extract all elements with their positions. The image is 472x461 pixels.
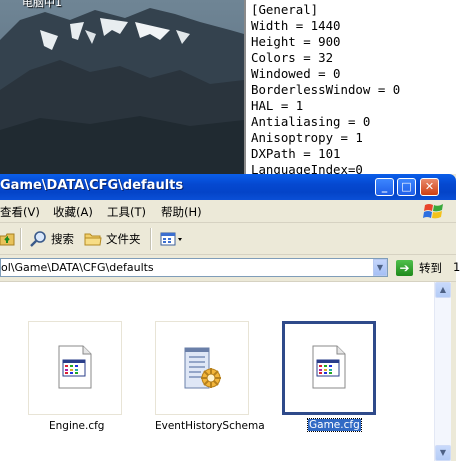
- notepad-line: Windowed = 0: [251, 66, 341, 81]
- file-name[interactable]: Engine.cfg: [49, 420, 104, 432]
- desktop-label: 电脑中1: [22, 0, 62, 9]
- windows-logo-icon: [423, 204, 443, 219]
- notepad-line: Colors = 32: [251, 50, 334, 65]
- minimize-button[interactable]: _: [375, 178, 394, 196]
- up-folder-icon: [0, 233, 15, 246]
- address-overflow-text: 1: [453, 260, 461, 274]
- menu-help[interactable]: 帮助(H): [161, 204, 202, 220]
- toolbar-separator: [20, 228, 22, 250]
- maximize-button[interactable]: □: [397, 178, 416, 196]
- toolbar-separator: [150, 228, 152, 250]
- chevron-down-icon: ▼: [439, 448, 447, 457]
- address-dropdown-button[interactable]: ▼: [373, 259, 387, 276]
- notepad-config-icon: [184, 347, 221, 389]
- go-label: 转到: [419, 261, 442, 275]
- menu-favorites[interactable]: 收藏(A): [53, 204, 93, 220]
- menu-view[interactable]: 查看(V): [0, 204, 40, 220]
- maximize-icon: □: [401, 180, 412, 193]
- scroll-up-button[interactable]: ▲: [435, 282, 451, 298]
- notepad-line: HAL = 1: [251, 98, 304, 113]
- toolbar: 搜索 文件夹: [0, 223, 456, 255]
- notepad-window: [General] Width = 1440 Height = 900 Colo…: [244, 0, 472, 174]
- go-button[interactable]: ➔ 转到: [396, 259, 442, 277]
- search-label: 搜索: [51, 232, 74, 246]
- chevron-up-icon: ▲: [439, 285, 447, 294]
- window-title: Game\DATA\CFG\defaults: [0, 178, 184, 193]
- views-icon: [160, 232, 182, 246]
- close-button[interactable]: ✕: [420, 178, 439, 196]
- address-input[interactable]: ol\Game\DATA\CFG\defaults: [0, 258, 388, 277]
- notepad-line: BorderlessWindow = 0: [251, 82, 401, 97]
- window-edge: [456, 174, 472, 461]
- mountain-image: [0, 0, 244, 174]
- folders-button[interactable]: 文件夹: [84, 229, 141, 249]
- desktop-wallpaper: 电脑中1: [0, 0, 244, 174]
- close-icon: ✕: [424, 180, 435, 193]
- file-view: Engine.cfg EventHistorySchema Game.cfg: [0, 282, 434, 461]
- notepad-line: Antialiasing = 0: [251, 114, 371, 129]
- file-thumbnail-selected[interactable]: [282, 321, 376, 415]
- notepad-line: Anisoptropy = 1: [251, 130, 363, 145]
- file-name[interactable]: EventHistorySchema: [155, 420, 265, 432]
- search-icon: [30, 231, 46, 247]
- up-folder-button[interactable]: [0, 229, 16, 249]
- address-bar: ol\Game\DATA\CFG\defaults ▼ ➔ 转到: [0, 255, 456, 282]
- menu-bar: 查看(V) 收藏(A) 工具(T) 帮助(H): [0, 200, 456, 223]
- vertical-scrollbar[interactable]: ▲ ▼: [434, 282, 451, 461]
- menu-tools[interactable]: 工具(T): [107, 204, 146, 220]
- search-button[interactable]: 搜索: [30, 229, 74, 249]
- config-file-icon: [312, 345, 346, 389]
- config-file-icon: [58, 345, 92, 389]
- file-thumbnail[interactable]: [28, 321, 122, 415]
- notepad-line: Height = 900: [251, 34, 341, 49]
- file-name-selected[interactable]: Game.cfg: [307, 418, 362, 432]
- address-value: ol\Game\DATA\CFG\defaults: [1, 261, 154, 274]
- folder-icon: [84, 233, 102, 246]
- title-bar[interactable]: Game\DATA\CFG\defaults _ □ ✕: [0, 174, 456, 200]
- notepad-line: LanguageIndex=0: [251, 162, 363, 174]
- minimize-icon: _: [381, 180, 388, 193]
- explorer-window: Game\DATA\CFG\defaults _ □ ✕ 查看(V) 收藏(A)…: [0, 174, 472, 461]
- go-arrow-icon: ➔: [396, 260, 413, 276]
- views-button[interactable]: [160, 229, 184, 249]
- chevron-down-icon: ▼: [376, 263, 384, 272]
- notepad-line: [General]: [251, 2, 319, 17]
- scroll-down-button[interactable]: ▼: [435, 445, 451, 461]
- notepad-text[interactable]: [General] Width = 1440 Height = 900 Colo…: [251, 2, 400, 174]
- notepad-line: Width = 1440: [251, 18, 341, 33]
- file-thumbnail[interactable]: [155, 321, 249, 415]
- notepad-line: DXPath = 101: [251, 146, 341, 161]
- folders-label: 文件夹: [106, 232, 141, 246]
